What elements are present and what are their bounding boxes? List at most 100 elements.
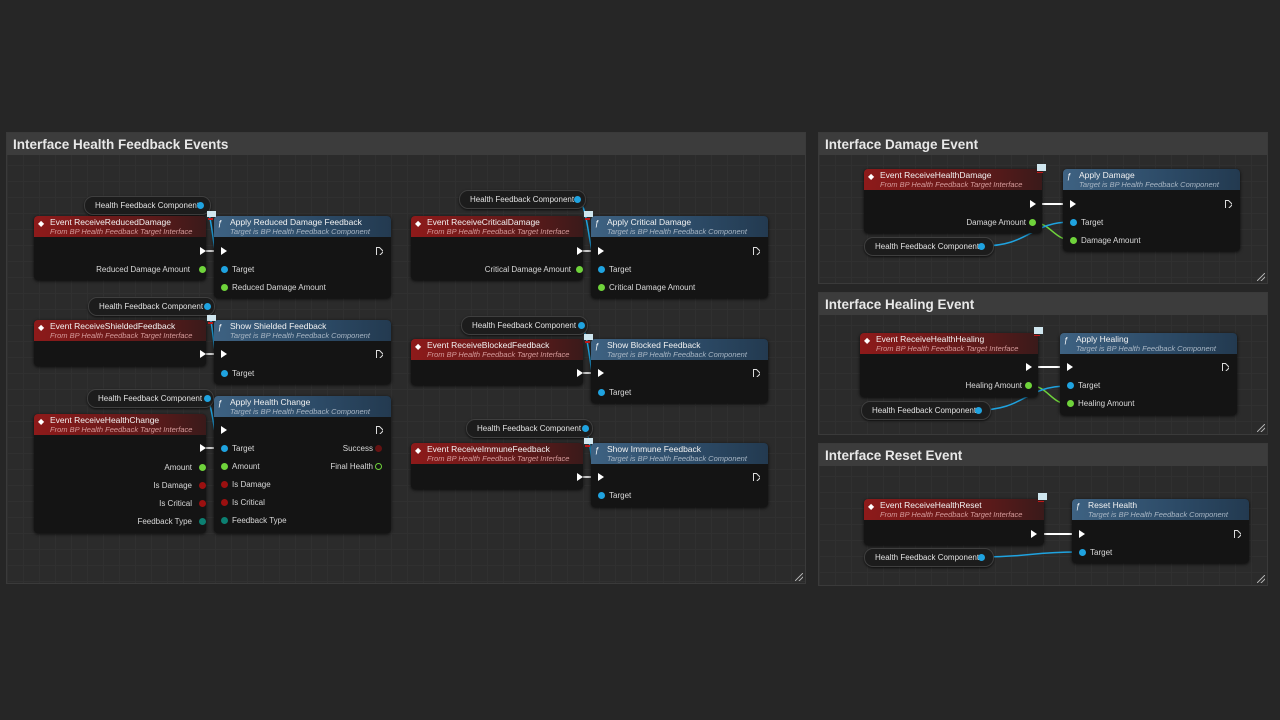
float-output-pin[interactable] [375, 463, 382, 470]
exec-in-pin[interactable] [221, 350, 227, 358]
exec-out-pin[interactable] [1222, 363, 1229, 371]
bool-pin[interactable] [221, 499, 228, 506]
exec-out-pin[interactable] [376, 350, 383, 358]
function-node-apply-health-change[interactable]: ƒ Apply Health Change Target is BP Healt… [214, 396, 391, 533]
target-pin[interactable] [1067, 382, 1074, 389]
exec-in-pin[interactable] [598, 473, 604, 481]
variable-health-feedback-component[interactable]: Health Feedback Component [84, 196, 211, 215]
variable-health-feedback-component[interactable]: Health Feedback Component [88, 297, 215, 316]
float-pin[interactable] [221, 463, 228, 470]
comment-title[interactable]: Interface Reset Event [819, 444, 1267, 466]
object-pin[interactable] [978, 243, 985, 250]
function-node-reset-health[interactable]: ƒ Reset Health Target is BP Health Feedb… [1072, 499, 1249, 563]
function-node-show-immune-feedback[interactable]: ƒ Show Immune Feedback Target is BP Heal… [591, 443, 768, 507]
variable-health-feedback-component[interactable]: Health Feedback Component [864, 548, 994, 567]
resize-grip-icon[interactable] [1257, 424, 1265, 432]
function-node-apply-critical-damage[interactable]: ƒ Apply Critical Damage Target is BP Hea… [591, 216, 768, 298]
comment-title[interactable]: Interface Damage Event [819, 133, 1267, 155]
exec-out-pin[interactable] [577, 473, 583, 481]
event-node-receive-health-change[interactable]: ◆ Event ReceiveHealthChange From BP Heal… [34, 414, 206, 533]
event-node-receive-health-reset[interactable]: ◆ Event ReceiveHealthReset From BP Healt… [864, 499, 1044, 545]
float-pin[interactable] [1025, 382, 1032, 389]
exec-in-pin[interactable] [221, 247, 227, 255]
exec-out-pin[interactable] [577, 247, 583, 255]
exec-in-pin[interactable] [598, 247, 604, 255]
exec-out-pin[interactable] [753, 247, 760, 255]
float-pin[interactable] [598, 284, 605, 291]
exec-out-pin[interactable] [376, 426, 383, 434]
function-node-show-blocked-feedback[interactable]: ƒ Show Blocked Feedback Target is BP Hea… [591, 339, 768, 403]
variable-health-feedback-component[interactable]: Health Feedback Component [461, 316, 588, 335]
exec-out-pin[interactable] [1030, 200, 1036, 208]
object-pin[interactable] [204, 303, 211, 310]
exec-out-pin[interactable] [1234, 530, 1241, 538]
exec-in-pin[interactable] [1079, 530, 1085, 538]
exec-out-pin[interactable] [200, 247, 206, 255]
event-node-receive-reduced-damage[interactable]: ◆ Event ReceiveReducedDamage From BP Hea… [34, 216, 206, 280]
comment-title[interactable]: Interface Health Feedback Events [7, 133, 805, 155]
float-pin[interactable] [1070, 237, 1077, 244]
comment-title[interactable]: Interface Healing Event [819, 293, 1267, 315]
resize-grip-icon[interactable] [795, 573, 803, 581]
bool-pin[interactable] [199, 500, 206, 507]
enum-pin[interactable] [221, 517, 228, 524]
float-pin[interactable] [576, 266, 583, 273]
function-node-show-shielded-feedback[interactable]: ƒ Show Shielded Feedback Target is BP He… [214, 320, 391, 384]
event-node-receive-blocked-feedback[interactable]: ◆ Event ReceiveBlockedFeedback From BP H… [411, 339, 583, 385]
object-pin[interactable] [204, 395, 211, 402]
exec-out-pin[interactable] [753, 473, 760, 481]
resize-grip-icon[interactable] [1257, 575, 1265, 583]
node-title: Apply Critical Damage [607, 217, 692, 227]
target-pin[interactable] [598, 266, 605, 273]
exec-in-pin[interactable] [598, 369, 604, 377]
bool-pin[interactable] [199, 482, 206, 489]
exec-in-pin[interactable] [221, 426, 227, 434]
target-pin[interactable] [1070, 219, 1077, 226]
exec-out-pin[interactable] [753, 369, 760, 377]
resize-grip-icon[interactable] [1257, 273, 1265, 281]
float-pin[interactable] [1067, 400, 1074, 407]
exec-out-pin[interactable] [200, 350, 206, 358]
object-pin[interactable] [197, 202, 204, 209]
event-node-receive-shielded-feedback[interactable]: ◆ Event ReceiveShieldedFeedback From BP … [34, 320, 206, 366]
exec-in-pin[interactable] [1067, 363, 1073, 371]
bool-output-pin[interactable] [375, 445, 382, 452]
exec-out-pin[interactable] [200, 444, 206, 452]
object-pin[interactable] [574, 196, 581, 203]
target-pin[interactable] [221, 266, 228, 273]
object-pin[interactable] [582, 425, 589, 432]
exec-in-pin[interactable] [1070, 200, 1076, 208]
target-pin[interactable] [598, 389, 605, 396]
float-pin[interactable] [199, 464, 206, 471]
target-pin[interactable] [598, 492, 605, 499]
float-pin[interactable] [199, 266, 206, 273]
exec-out-pin[interactable] [1225, 200, 1232, 208]
function-node-apply-reduced-damage[interactable]: ƒ Apply Reduced Damage Feedback Target i… [214, 216, 391, 298]
variable-health-feedback-component[interactable]: Health Feedback Component [466, 419, 593, 438]
float-pin[interactable] [221, 284, 228, 291]
object-pin[interactable] [978, 554, 985, 561]
variable-health-feedback-component[interactable]: Health Feedback Component [459, 190, 586, 209]
float-pin[interactable] [1029, 219, 1036, 226]
target-pin[interactable] [221, 370, 228, 377]
variable-health-feedback-component[interactable]: Health Feedback Component [87, 389, 214, 408]
event-node-receive-immune-feedback[interactable]: ◆ Event ReceiveImmuneFeedback From BP He… [411, 443, 583, 489]
target-pin[interactable] [1079, 549, 1086, 556]
event-node-receive-health-healing[interactable]: ◆ Event ReceiveHealthHealing From BP Hea… [860, 333, 1038, 397]
exec-out-pin[interactable] [1026, 363, 1032, 371]
function-node-apply-healing[interactable]: ƒ Apply Healing Target is BP Health Feed… [1060, 333, 1237, 415]
variable-health-feedback-component[interactable]: Health Feedback Component [864, 237, 994, 256]
enum-pin[interactable] [199, 518, 206, 525]
blueprint-graph-canvas[interactable]: Interface Health Feedback Events Interfa… [0, 0, 1280, 720]
exec-out-pin[interactable] [577, 369, 583, 377]
exec-out-pin[interactable] [1031, 530, 1037, 538]
object-pin[interactable] [578, 322, 585, 329]
bool-pin[interactable] [221, 481, 228, 488]
function-node-apply-damage[interactable]: ƒ Apply Damage Target is BP Health Feedb… [1063, 169, 1240, 251]
variable-health-feedback-component[interactable]: Health Feedback Component [861, 401, 991, 420]
object-pin[interactable] [975, 407, 982, 414]
exec-out-pin[interactable] [376, 247, 383, 255]
target-pin[interactable] [221, 445, 228, 452]
event-node-receive-health-damage[interactable]: ◆ Event ReceiveHealthDamage From BP Heal… [864, 169, 1042, 233]
event-node-receive-critical-damage[interactable]: ◆ Event ReceiveCriticalDamage From BP He… [411, 216, 583, 280]
